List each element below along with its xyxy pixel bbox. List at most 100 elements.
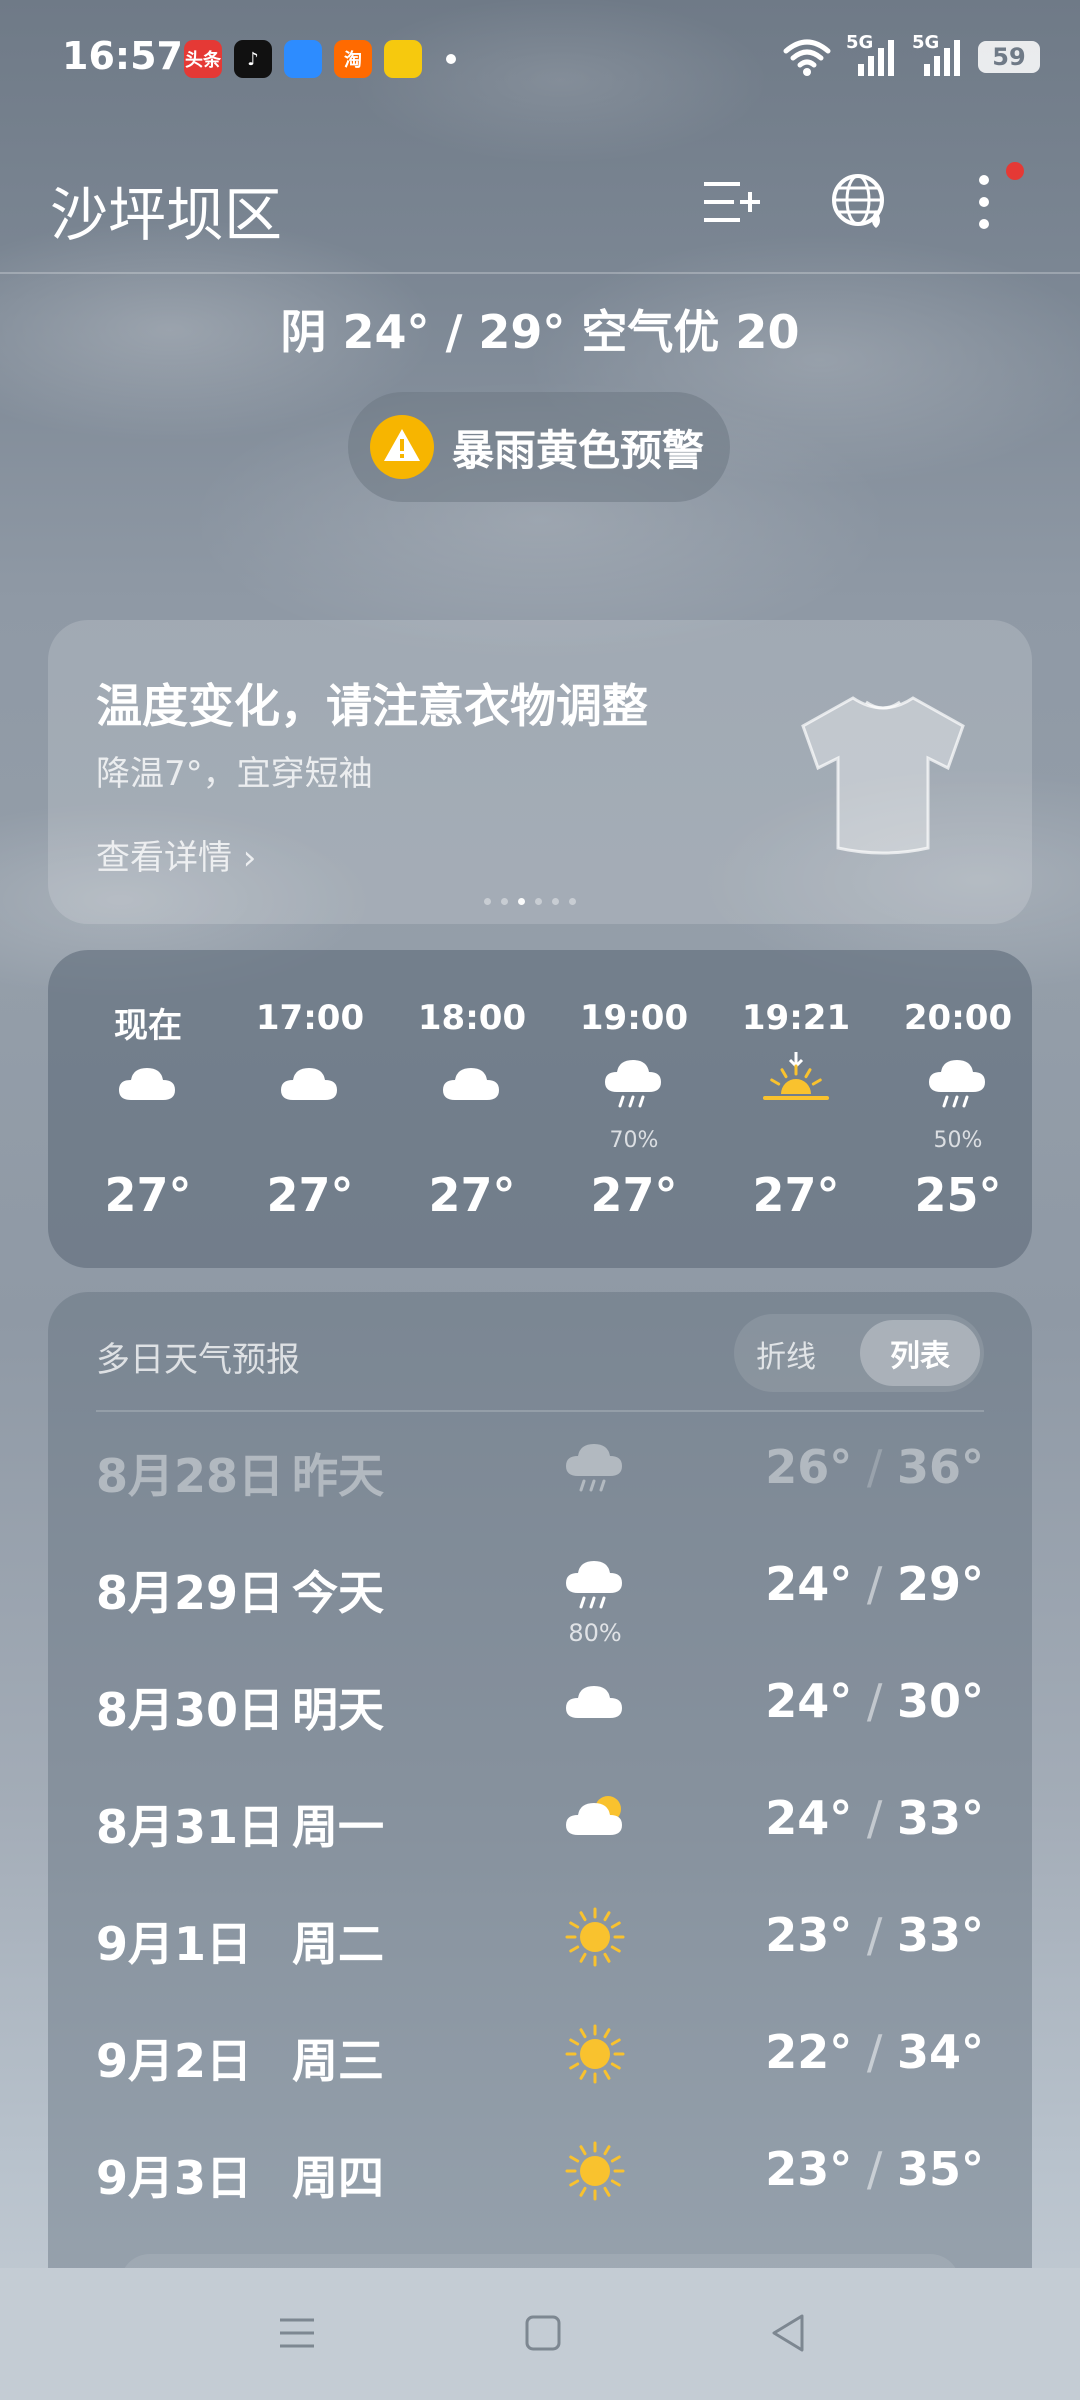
hourly-time: 18:00	[417, 998, 527, 1038]
daily-row[interactable]: 8月31日 周一 24° / 33°	[48, 1771, 1032, 1881]
partly-cloudy-icon	[560, 1785, 630, 1855]
temperature-separator: /	[852, 1908, 897, 1962]
daily-day: 周一	[292, 1800, 384, 1854]
low-temperature: 23°	[765, 2142, 853, 2196]
daily-row[interactable]: 8月28日 昨天 26° / 36°	[48, 1420, 1032, 1530]
daily-temperature-range: 23° / 35°	[765, 2142, 984, 2196]
daily-day: 周四	[292, 2151, 384, 2205]
precipitation-chance: 50%	[933, 1128, 983, 1153]
sunset-icon	[761, 1050, 831, 1120]
daily-row[interactable]: 9月1日 周二 23° / 33°	[48, 1888, 1032, 1998]
tip-title: 温度变化，请注意衣物调整	[96, 679, 648, 733]
navigation-bar	[0, 2268, 1080, 2400]
hourly-temperature: 27°	[104, 1168, 192, 1222]
view-details-link[interactable]: 查看详情 ›	[96, 830, 256, 879]
pager-dot	[552, 898, 559, 905]
high-temperature: 30°	[896, 1674, 984, 1728]
daily-day: 今天	[292, 1566, 384, 1620]
daily-day: 周二	[292, 1917, 384, 1971]
temperature-separator: /	[852, 1791, 897, 1845]
daily-day: 明天	[292, 1683, 384, 1737]
more-notifications-dot	[446, 54, 456, 64]
precipitation-chance: 80%	[568, 1619, 622, 1647]
daily-day: 周三	[292, 2034, 384, 2088]
tuanyou-icon	[384, 40, 422, 78]
pager-dot	[484, 898, 491, 905]
weather-summary: 阴 24° / 29° 空气优 20	[280, 305, 800, 359]
hourly-time: 现在	[114, 1006, 182, 1046]
notification-dot	[1006, 162, 1024, 180]
status-time: 16:57	[62, 34, 183, 78]
high-temperature: 29°	[896, 1557, 984, 1611]
low-temperature: 22°	[765, 2025, 853, 2079]
back-icon[interactable]	[764, 2308, 814, 2358]
manage-cities-icon[interactable]	[700, 170, 764, 234]
daily-forecast-title: 多日天气预报	[96, 1340, 300, 1380]
hourly-time: 19:21	[741, 998, 851, 1038]
sun-icon	[560, 1902, 630, 1972]
hourly-temperature: 27°	[266, 1168, 354, 1222]
low-temperature: 24°	[765, 1674, 853, 1728]
daily-row[interactable]: 9月2日 周三 22° / 34°	[48, 2005, 1032, 2115]
daily-day: 昨天	[292, 1449, 384, 1503]
globe-icon[interactable]	[828, 170, 892, 234]
daily-temperature-range: 24° / 29°	[765, 1557, 984, 1611]
daily-row[interactable]: 8月29日 今天 80% 24° / 29°	[48, 1537, 1032, 1647]
high-temperature: 35°	[896, 2142, 984, 2196]
toutiao-icon: 头条	[184, 40, 222, 78]
daily-date: 8月28日	[96, 1449, 285, 1503]
high-temperature: 33°	[896, 1791, 984, 1845]
douyin-icon: ♪	[234, 40, 272, 78]
signal-5g-icon-1: 5G	[846, 32, 898, 78]
warning-icon	[370, 415, 434, 479]
temperature-separator: /	[852, 1674, 897, 1728]
low-temperature: 24°	[765, 1791, 853, 1845]
daily-date: 9月1日	[96, 1917, 253, 1971]
rain-icon	[923, 1050, 993, 1120]
pager-dot	[569, 898, 576, 905]
rain-icon	[560, 1434, 630, 1504]
more-options-icon[interactable]	[952, 170, 1016, 234]
low-temperature: 24°	[765, 1557, 853, 1611]
view-toggle[interactable]: 折线 列表	[734, 1314, 984, 1392]
temperature-separator: /	[852, 1440, 897, 1494]
hourly-temperature: 27°	[752, 1168, 840, 1222]
daily-row[interactable]: 8月30日 明天 24° / 30°	[48, 1654, 1032, 1764]
daily-temperature-range: 24° / 33°	[765, 1791, 984, 1845]
daily-date: 9月3日	[96, 2151, 253, 2205]
rain-icon	[599, 1050, 669, 1120]
city-title[interactable]: 沙坪坝区	[50, 168, 282, 252]
system-icons: 5G 5G 59	[782, 32, 1040, 78]
taobao-icon: 淘	[334, 40, 372, 78]
hourly-time: 19:00	[579, 998, 689, 1038]
rain-icon	[560, 1551, 630, 1621]
low-temperature: 26°	[765, 1440, 853, 1494]
tip-subtitle: 降温7°，宜穿短袖	[96, 754, 373, 794]
temperature-separator: /	[852, 2142, 897, 2196]
notification-app-icons: 头条 ♪ 淘	[184, 40, 456, 78]
hourly-temperature: 27°	[428, 1168, 516, 1222]
tshirt-icon	[801, 696, 965, 855]
weather-alert-button[interactable]: 暴雨黄色预警	[348, 392, 730, 502]
header-divider	[0, 272, 1080, 274]
hourly-temperature: 25°	[914, 1168, 1002, 1222]
battery-icon: 59	[978, 41, 1040, 73]
toggle-list[interactable]: 列表	[860, 1320, 980, 1386]
recent-apps-icon[interactable]	[272, 2308, 322, 2358]
daily-temperature-range: 23° / 33°	[765, 1908, 984, 1962]
high-temperature: 36°	[896, 1440, 984, 1494]
home-icon[interactable]	[518, 2308, 568, 2358]
toggle-line-chart[interactable]: 折线	[756, 1332, 816, 1376]
clothing-tip-card[interactable]: 温度变化，请注意衣物调整 降温7°，宜穿短袖 查看详情 ›	[48, 620, 1032, 924]
high-temperature: 33°	[896, 1908, 984, 1962]
daily-temperature-range: 22° / 34°	[765, 2025, 984, 2079]
low-temperature: 23°	[765, 1908, 853, 1962]
pager-dot	[501, 898, 508, 905]
hourly-time: 17:00	[255, 998, 365, 1038]
hourly-forecast[interactable]: 现在 27° 17:00 27° 18:00 27° 19:00 70% 27° 19:21 27°…	[48, 950, 1032, 1268]
daily-row[interactable]: 9月3日 周四 23° / 35°	[48, 2122, 1032, 2232]
sun-icon	[560, 2136, 630, 2206]
alert-text: 暴雨黄色预警	[452, 425, 705, 475]
sun-icon	[560, 2019, 630, 2089]
cloud-icon	[560, 1668, 630, 1738]
